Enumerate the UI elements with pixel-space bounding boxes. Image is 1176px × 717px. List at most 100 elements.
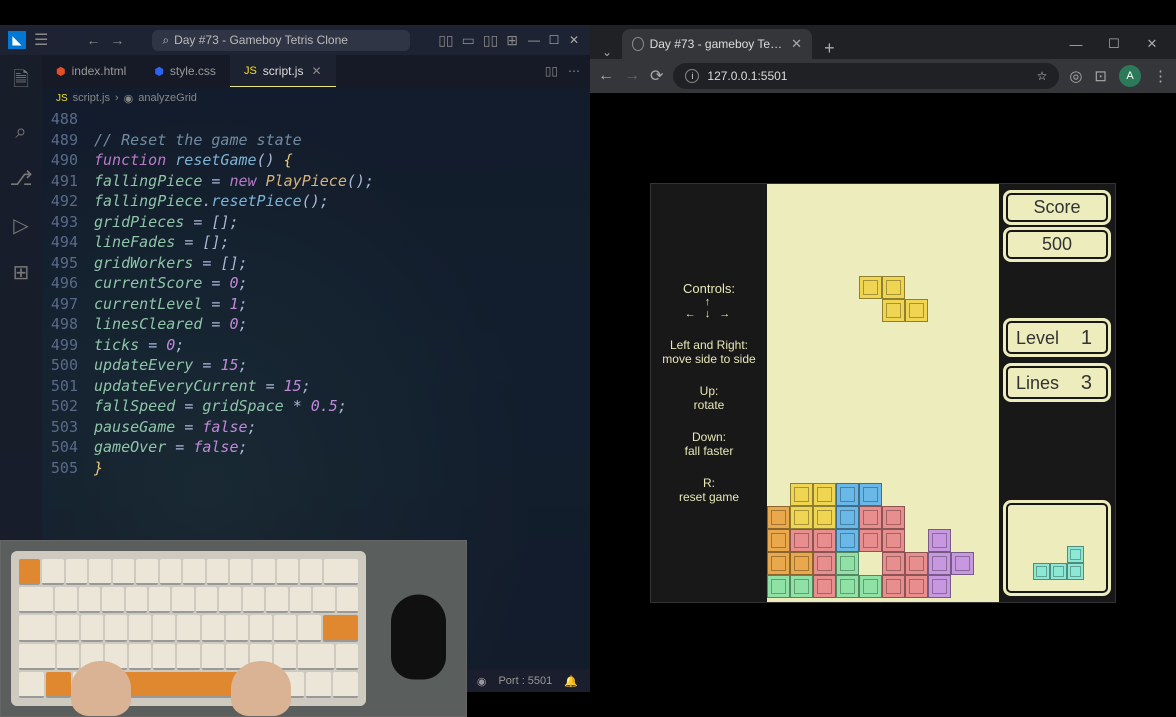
code-line[interactable]: 505} bbox=[50, 458, 590, 479]
back-icon[interactable]: ← bbox=[86, 32, 100, 48]
tetris-block bbox=[813, 483, 836, 506]
side-panel: Score 500 Level 1 Lines 3 bbox=[999, 184, 1115, 602]
code-line[interactable]: 498 linesCleared = 0; bbox=[50, 314, 590, 335]
port-status[interactable]: Port : 5501 bbox=[498, 675, 552, 687]
tetris-block bbox=[859, 276, 882, 299]
explorer-icon[interactable]: 🗎 bbox=[13, 65, 29, 99]
tetris-game[interactable]: Controls: ↑ ← ↓ → Left and Right: move s… bbox=[650, 183, 1116, 603]
tetris-block bbox=[882, 299, 905, 322]
tetris-block bbox=[767, 529, 790, 552]
bell-icon[interactable]: 🔔 bbox=[564, 675, 578, 688]
panel-left-icon[interactable]: ▯▯ bbox=[438, 32, 453, 49]
line-number: 502 bbox=[50, 396, 94, 417]
reload-icon[interactable]: ⟳ bbox=[650, 66, 663, 86]
code-line[interactable]: 500 updateEvery = 15; bbox=[50, 355, 590, 376]
tab-search-icon[interactable]: ⌄ bbox=[596, 45, 618, 59]
more-icon[interactable]: ⋯ bbox=[568, 64, 580, 78]
line-number: 494 bbox=[50, 232, 94, 253]
maximize-icon[interactable]: ☐ bbox=[546, 32, 562, 48]
editor-tab-index-html[interactable]: ⬢ index.html bbox=[42, 55, 140, 87]
tetris-block bbox=[859, 575, 882, 598]
debug-icon[interactable]: ▷ bbox=[13, 213, 28, 238]
minimize-icon[interactable]: — bbox=[1058, 29, 1094, 59]
tetris-block bbox=[767, 575, 790, 598]
command-center[interactable]: ⌕ Day #73 - Gameboy Tetris Clone bbox=[152, 30, 410, 51]
code-line[interactable]: 503 pauseGame = false; bbox=[50, 417, 590, 438]
minimize-icon[interactable]: — bbox=[526, 32, 542, 48]
tetris-block bbox=[813, 529, 836, 552]
code-line[interactable]: 488 bbox=[50, 109, 590, 130]
profile-avatar[interactable]: A bbox=[1119, 65, 1141, 87]
line-number: 489 bbox=[50, 130, 94, 151]
score-value: 500 bbox=[1016, 234, 1098, 255]
lens-icon[interactable]: ◎ bbox=[1069, 67, 1082, 85]
code-line[interactable]: 489 // Reset the game state bbox=[50, 130, 590, 151]
breadcrumb-symbol: analyzeGrid bbox=[138, 92, 197, 104]
code-line[interactable]: 497 currentLevel = 1; bbox=[50, 294, 590, 315]
search-icon[interactable]: ⌕ bbox=[15, 121, 26, 144]
ctrl-down: Down: fall faster bbox=[685, 430, 734, 458]
nav-arrows: ← → bbox=[86, 32, 124, 48]
git-icon[interactable]: ⎇ bbox=[9, 166, 32, 191]
code-line[interactable]: 491 fallingPiece = new PlayPiece(); bbox=[50, 171, 590, 192]
tetris-block bbox=[813, 552, 836, 575]
code-line[interactable]: 504 gameOver = false; bbox=[50, 437, 590, 458]
back-icon[interactable]: ← bbox=[598, 67, 614, 85]
editor-tab-script-js[interactable]: JSscript.js✕ bbox=[230, 55, 336, 87]
close-icon[interactable]: ✕ bbox=[566, 32, 582, 48]
line-number: 490 bbox=[50, 150, 94, 171]
extensions-icon[interactable]: ⊡ bbox=[1094, 67, 1107, 85]
bookmark-icon[interactable]: ☆ bbox=[1037, 69, 1048, 83]
layout-icon[interactable]: ⊞ bbox=[506, 32, 518, 49]
css-file-icon: ⬢ bbox=[154, 65, 164, 78]
ctrl-up: Up: rotate bbox=[694, 384, 725, 412]
code-line[interactable]: 495 gridWorkers = []; bbox=[50, 253, 590, 274]
browser-tab[interactable]: Day #73 - gameboy Tetris Clone ✕ bbox=[622, 29, 812, 59]
tab-label: style.css bbox=[170, 64, 216, 78]
breadcrumb[interactable]: JS script.js › ◉ analyzeGrid bbox=[42, 87, 590, 109]
tetris-block bbox=[790, 483, 813, 506]
close-tab-icon[interactable]: ✕ bbox=[791, 36, 802, 52]
panel-bottom-icon[interactable]: ▭ bbox=[462, 32, 475, 49]
tetris-block bbox=[813, 575, 836, 598]
editor-tab-style-css[interactable]: ⬢ style.css bbox=[140, 55, 230, 87]
vscode-titlebar: ◣ ☰ ← → ⌕ Day #73 - Gameboy Tetris Clone… bbox=[0, 25, 590, 55]
code-line[interactable]: 496 currentScore = 0; bbox=[50, 273, 590, 294]
code-line[interactable]: 493 gridPieces = []; bbox=[50, 212, 590, 233]
code-line[interactable]: 492 fallingPiece.resetPiece(); bbox=[50, 191, 590, 212]
line-number: 495 bbox=[50, 253, 94, 274]
title-text: Day #73 - Gameboy Tetris Clone bbox=[174, 33, 348, 47]
forward-icon[interactable]: → bbox=[110, 32, 124, 48]
close-tab-icon[interactable]: ✕ bbox=[311, 64, 321, 78]
code-line[interactable]: 501 updateEveryCurrent = 15; bbox=[50, 376, 590, 397]
panel-right-icon[interactable]: ▯▯ bbox=[483, 32, 498, 49]
maximize-icon[interactable]: ☐ bbox=[1096, 29, 1132, 59]
tetris-block bbox=[1067, 546, 1084, 563]
tab-label: index.html bbox=[72, 64, 127, 78]
browser-toolbar: ← → ⟳ i 127.0.0.1:5501 ☆ ◎ ⊡ A ⋮ bbox=[590, 59, 1176, 93]
level-value: 1 bbox=[1081, 327, 1098, 350]
url-bar[interactable]: i 127.0.0.1:5501 ☆ bbox=[673, 63, 1059, 89]
line-number: 496 bbox=[50, 273, 94, 294]
split-editor-icon[interactable]: ▯▯ bbox=[545, 64, 558, 78]
code-line[interactable]: 502 fallSpeed = gridSpace * 0.5; bbox=[50, 396, 590, 417]
tab-title: Day #73 - gameboy Tetris Clone bbox=[650, 37, 786, 51]
line-number: 499 bbox=[50, 335, 94, 356]
code-line[interactable]: 494 lineFades = []; bbox=[50, 232, 590, 253]
site-info-icon[interactable]: i bbox=[685, 69, 699, 83]
game-board[interactable] bbox=[767, 184, 999, 602]
forward-icon[interactable]: → bbox=[624, 67, 640, 85]
tetris-block bbox=[836, 529, 859, 552]
close-icon[interactable]: ✕ bbox=[1134, 29, 1170, 59]
code-line[interactable]: 490function resetGame() { bbox=[50, 150, 590, 171]
extensions-icon[interactable]: ⊞ bbox=[13, 260, 30, 285]
new-tab-button[interactable]: + bbox=[816, 38, 843, 59]
menu-icon[interactable]: ⋮ bbox=[1153, 67, 1168, 85]
html-file-icon: ⬢ bbox=[56, 65, 66, 78]
broadcast-icon[interactable]: ◉ bbox=[477, 675, 487, 688]
lines-panel: Lines 3 bbox=[1005, 365, 1109, 400]
code-line[interactable]: 499 ticks = 0; bbox=[50, 335, 590, 356]
tetris-block bbox=[836, 575, 859, 598]
menu-icon[interactable]: ☰ bbox=[34, 30, 48, 50]
tetris-block bbox=[882, 575, 905, 598]
